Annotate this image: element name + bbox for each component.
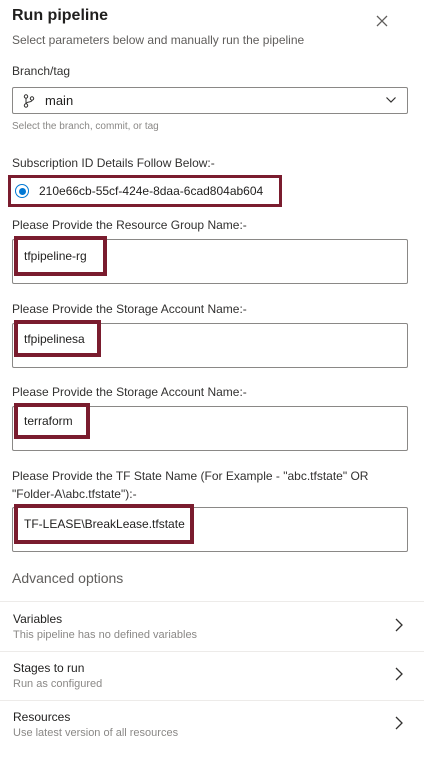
close-button[interactable]	[370, 9, 394, 33]
resource-group-label: Please Provide the Resource Group Name:-	[12, 218, 247, 232]
chevron-right-icon	[395, 618, 403, 632]
tfstate-label-line1: Please Provide the TF State Name (For Ex…	[12, 469, 369, 483]
storage-account-label-2: Please Provide the Storage Account Name:…	[12, 385, 247, 399]
resources-title: Resources	[13, 710, 71, 724]
branch-icon	[23, 93, 35, 108]
advanced-options-title: Advanced options	[12, 570, 124, 586]
variables-row[interactable]: Variables This pipeline has no defined v…	[0, 602, 424, 650]
subscription-id-value: 210e66cb-55cf-424e-8daa-6cad804ab604	[39, 184, 264, 198]
branch-select[interactable]: main	[12, 87, 408, 114]
panel-title: Run pipeline	[12, 7, 108, 24]
chevron-right-icon	[395, 716, 403, 730]
tfstate-value: TF-LEASE\BreakLease.tfstate	[14, 504, 194, 544]
resources-row[interactable]: Resources Use latest version of all reso…	[0, 700, 424, 748]
resource-group-value: tfpipeline-rg	[14, 236, 107, 276]
subscription-label: Subscription ID Details Follow Below:-	[12, 156, 215, 170]
branch-helper-text: Select the branch, commit, or tag	[12, 121, 159, 132]
radio-button[interactable]	[15, 184, 29, 198]
stages-subtitle: Run as configured	[13, 678, 103, 690]
subscription-radio-option[interactable]: 210e66cb-55cf-424e-8daa-6cad804ab604	[8, 175, 282, 207]
close-icon	[376, 15, 388, 27]
container-value: terraform	[14, 403, 90, 439]
run-pipeline-panel: Run pipeline Select parameters below and…	[0, 0, 424, 758]
stages-title: Stages to run	[13, 661, 85, 675]
tfstate-label-line2: "Folder-A\abc.tfstate"):-	[12, 487, 137, 501]
branch-value: main	[45, 93, 74, 108]
stages-row[interactable]: Stages to run Run as configured	[0, 651, 424, 699]
storage-account-label: Please Provide the Storage Account Name:…	[12, 302, 247, 316]
variables-subtitle: This pipeline has no defined variables	[13, 629, 198, 641]
radio-selected-dot	[18, 187, 26, 195]
resources-subtitle: Use latest version of all resources	[13, 727, 179, 739]
chevron-right-icon	[395, 667, 403, 681]
panel-subtitle: Select parameters below and manually run…	[12, 33, 305, 47]
branch-label: Branch/tag	[12, 64, 71, 78]
variables-title: Variables	[13, 612, 63, 626]
storage-account-value: tfpipelinesa	[14, 320, 101, 357]
chevron-down-icon	[386, 97, 396, 103]
